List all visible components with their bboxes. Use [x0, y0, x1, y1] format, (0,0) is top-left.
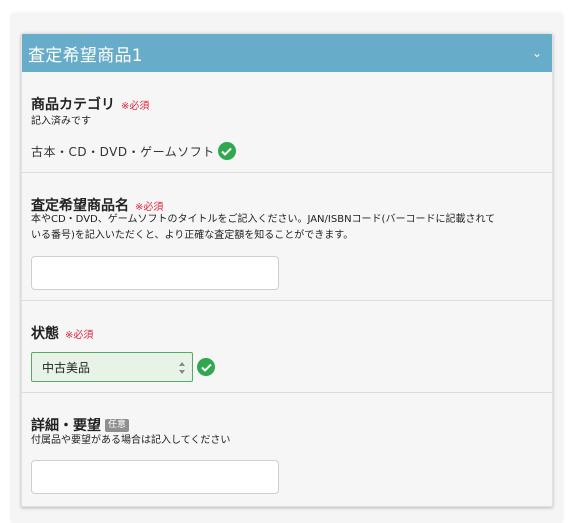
required-badge: ※必須	[65, 329, 94, 341]
select-arrows-icon	[179, 362, 185, 374]
details-input[interactable]	[31, 460, 279, 494]
condition-label: 状態	[31, 326, 59, 342]
details-section: 詳細・要望 任意 付属品や要望がある場合は記入してください	[22, 393, 552, 506]
product-name-section: 査定希望商品名 ※必須 本やCD・DVD、ゲームソフトのタイトルをご記入ください…	[22, 173, 552, 301]
category-value: 古本・CD・DVD・ゲームソフト	[31, 144, 215, 159]
category-help: 記入済みです	[31, 116, 91, 127]
product-name-help-line1: 本やCD・DVD、ゲームソフトのタイトルをご記入ください。JAN/ISBNコード…	[31, 214, 496, 225]
check-icon	[197, 358, 215, 376]
product-name-input[interactable]	[31, 256, 279, 290]
details-label: 詳細・要望	[31, 418, 101, 434]
check-icon	[217, 142, 236, 160]
panel-header[interactable]: 査定希望商品1 ⌄	[22, 34, 552, 72]
condition-selected: 中古美品	[42, 360, 91, 375]
product-name-help-line2: いる番号)を記入いただくと、より正確な査定額を知ることができます。	[31, 230, 354, 241]
required-badge: ※必須	[135, 201, 164, 213]
category-label: 商品カテゴリ	[31, 97, 115, 113]
chevron-down-icon[interactable]: ⌄	[532, 46, 542, 60]
panel-title: 査定希望商品1	[28, 45, 143, 66]
product-panel: 査定希望商品1 ⌄ 商品カテゴリ ※必須 記入済みです 古本・CD・DVD・ゲー…	[21, 33, 553, 507]
category-section: 商品カテゴリ ※必須 記入済みです 古本・CD・DVD・ゲームソフト	[22, 72, 552, 173]
details-help: 付属品や要望がある場合は記入してください	[31, 435, 231, 446]
condition-select[interactable]: 中古美品	[31, 352, 193, 382]
required-badge: ※必須	[121, 100, 150, 112]
condition-section: 状態 ※必須 中古美品	[22, 301, 552, 393]
optional-badge: 任意	[105, 418, 130, 432]
